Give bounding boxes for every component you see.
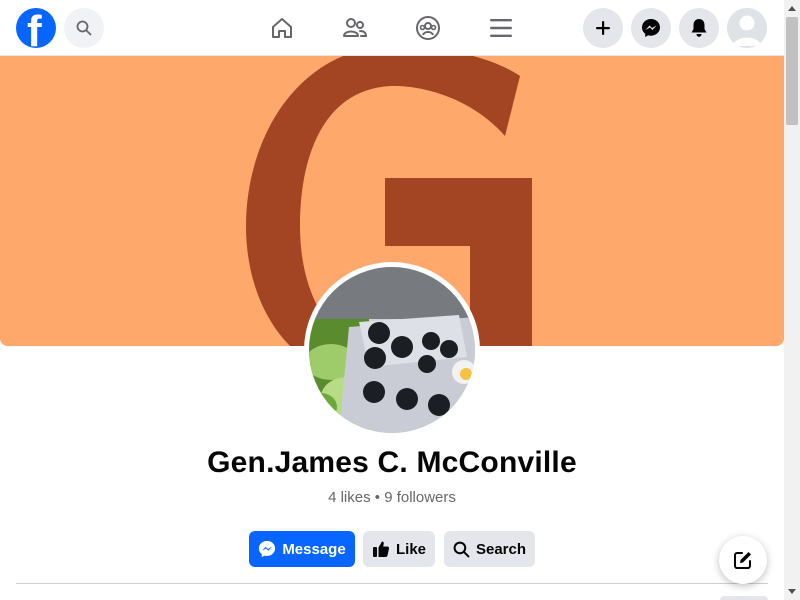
profile-picture[interactable] bbox=[304, 262, 480, 438]
account-avatar[interactable] bbox=[727, 8, 767, 48]
profile-picture-image bbox=[309, 267, 475, 433]
compose-icon bbox=[734, 552, 751, 569]
home-icon bbox=[272, 18, 292, 38]
groups-nav-button[interactable] bbox=[412, 12, 444, 44]
scroll-down-arrow-icon[interactable] bbox=[784, 584, 800, 600]
groups-icon bbox=[416, 16, 440, 40]
facebook-logo-icon[interactable]: f bbox=[16, 8, 56, 48]
avatar-icon bbox=[727, 8, 767, 48]
thumbs-up-icon bbox=[372, 541, 390, 557]
friends-icon bbox=[343, 18, 368, 37]
plus-icon bbox=[596, 21, 610, 35]
message-button-label: Message bbox=[282, 540, 346, 558]
messenger-icon bbox=[642, 19, 660, 37]
scroll-up-arrow-icon[interactable] bbox=[784, 0, 800, 16]
notifications-button[interactable] bbox=[679, 8, 719, 48]
menu-nav-button[interactable] bbox=[485, 12, 517, 44]
profile-stats[interactable]: 4 likes • 9 followers bbox=[0, 489, 784, 506]
scrollbar-thumb[interactable] bbox=[786, 17, 798, 125]
like-button[interactable]: Like bbox=[363, 531, 435, 567]
messenger-icon bbox=[259, 540, 276, 558]
profile-name: Gen.James C. McConville bbox=[207, 446, 577, 479]
like-button-label: Like bbox=[395, 540, 426, 558]
search-icon bbox=[76, 20, 92, 36]
vertical-scrollbar[interactable] bbox=[784, 0, 800, 600]
search-page-button[interactable]: Search bbox=[444, 531, 535, 567]
menu-icon bbox=[490, 19, 512, 37]
create-button[interactable] bbox=[583, 8, 623, 48]
search-icon bbox=[453, 541, 470, 557]
messenger-button[interactable] bbox=[631, 8, 671, 48]
message-button[interactable]: Message bbox=[249, 531, 355, 567]
top-navigation-bar: f bbox=[0, 0, 784, 56]
page: f Gen.James C. McConville 4 likes • 9 fo… bbox=[0, 0, 800, 600]
profile-divider bbox=[16, 583, 768, 584]
search-button[interactable] bbox=[64, 8, 104, 48]
friends-nav-button[interactable] bbox=[339, 12, 371, 44]
home-nav-button[interactable] bbox=[266, 12, 298, 44]
bottom-card-edge bbox=[720, 596, 768, 600]
phone-cameras-image bbox=[309, 267, 475, 433]
search-button-label: Search bbox=[475, 540, 527, 558]
bell-icon bbox=[691, 19, 707, 37]
new-message-button[interactable] bbox=[719, 536, 767, 584]
facebook-logo-letter: f bbox=[27, 8, 42, 49]
